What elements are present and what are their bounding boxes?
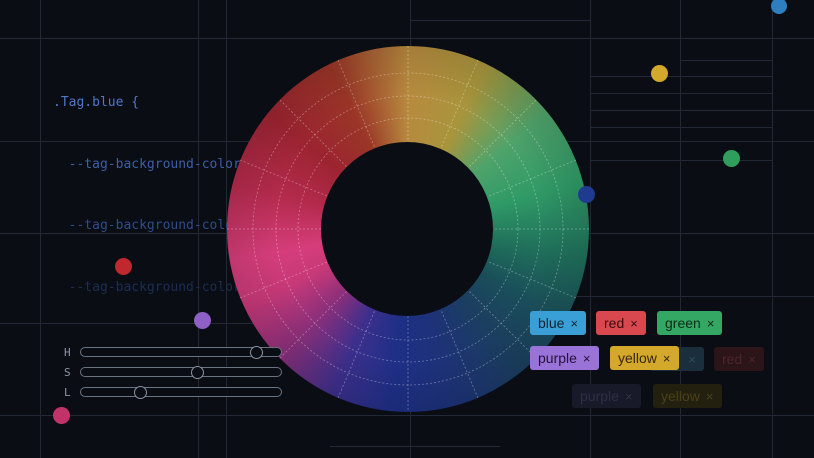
tag-label: yellow [618,350,657,366]
tag-purple[interactable]: purple × [530,346,599,370]
tag-close-icon: × [624,388,633,404]
slider-label-s: S [64,366,71,379]
pink-dot [53,407,70,424]
tag-close-icon: × [688,351,696,367]
color-wheel-center [321,142,493,316]
faded-tag-yellow: yellow × [653,384,722,408]
slider-label-l: L [64,386,71,399]
faded-tag-red: red × [714,347,764,371]
lightness-slider-thumb[interactable] [134,386,147,399]
navy-dot [578,186,595,203]
tag-blue[interactable]: blue × [530,311,587,335]
tag-label: red [604,315,625,331]
tag-close-icon[interactable]: × [570,316,578,331]
tag-yellow[interactable]: yellow × [610,346,679,370]
tag-label: green [665,315,701,331]
tag-close-icon[interactable]: × [630,316,638,331]
green-dot [723,150,740,167]
hue-slider-thumb[interactable] [250,346,263,359]
tag-red[interactable]: red × [596,311,646,335]
red-dot [115,258,132,275]
tag-close-icon: × [748,351,756,367]
tag-green[interactable]: green × [657,311,723,335]
lightness-slider-track[interactable] [80,387,282,397]
tag-label: blue [538,315,565,331]
tag-label: purple [538,350,577,366]
slider-label-h: H [64,346,71,359]
tag-label: purple [580,388,619,404]
tag-close-icon[interactable]: × [707,316,715,331]
tag-label: red [722,351,743,367]
tag-close-icon[interactable]: × [583,351,591,366]
saturation-slider-track[interactable] [80,367,282,377]
saturation-slider-thumb[interactable] [191,366,204,379]
tag-close-icon[interactable]: × [663,351,671,366]
yellow-dot [651,65,668,82]
tag-label: yellow [661,388,700,404]
purple-dot [194,312,211,329]
faded-tag-purple: purple × [572,384,641,408]
tag-close-icon: × [705,388,714,404]
